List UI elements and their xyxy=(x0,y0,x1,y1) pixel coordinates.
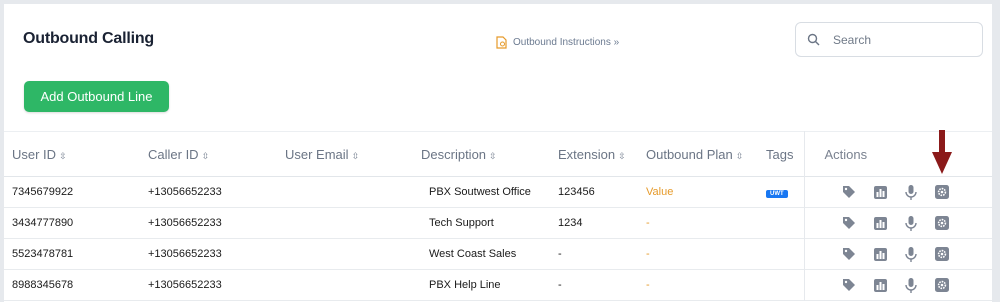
sort-icon[interactable]: ⇳ xyxy=(352,151,360,161)
gear-icon[interactable] xyxy=(934,215,951,232)
column-header-outbound-plan[interactable]: Outbound Plan ⇳ xyxy=(638,132,758,177)
cell-description: Tech Support xyxy=(429,217,494,229)
cell-extension: - xyxy=(558,248,562,260)
column-header-tags: Tags xyxy=(766,146,794,162)
cell-extension: 123456 xyxy=(558,186,595,198)
microphone-icon[interactable] xyxy=(903,246,920,263)
sort-icon[interactable]: ⇳ xyxy=(618,151,626,161)
cell-caller-id: +13056652233 xyxy=(148,279,222,291)
column-header-user-id[interactable]: User ID ⇳ xyxy=(4,132,140,177)
tag-icon[interactable] xyxy=(841,277,858,294)
column-header-actions: Actions xyxy=(803,131,992,177)
gear-icon[interactable] xyxy=(934,184,951,201)
table-row: 3434777890 +13056652233 Tech Support 1234 - xyxy=(4,207,992,239)
bar-chart-icon[interactable] xyxy=(872,184,889,201)
table-header-row: User ID ⇳ Caller ID ⇳ User Email ⇳ Descript… xyxy=(4,131,992,177)
cell-actions xyxy=(803,207,992,239)
sort-icon[interactable]: ⇳ xyxy=(736,151,744,161)
cell-tags xyxy=(758,270,804,301)
cell-tags: UWT xyxy=(758,177,804,208)
bar-chart-icon[interactable] xyxy=(872,246,889,263)
search-icon xyxy=(807,33,820,46)
table-row: 7345679922 +13056652233 PBX Soutwest Offic… xyxy=(4,176,992,208)
cell-actions xyxy=(803,176,992,208)
cell-outbound-plan: - xyxy=(646,217,650,229)
column-header-user-email[interactable]: User Email ⇳ xyxy=(277,132,413,177)
sort-icon[interactable]: ⇳ xyxy=(489,151,497,161)
page-title: Outbound Calling xyxy=(23,30,154,47)
cell-user-email xyxy=(277,208,413,239)
tag-icon[interactable] xyxy=(841,246,858,263)
sort-icon[interactable]: ⇳ xyxy=(59,151,67,161)
outbound-lines-table: User ID ⇳ Caller ID ⇳ User Email ⇳ Descript… xyxy=(4,131,992,301)
cell-user-email xyxy=(277,177,413,208)
table-row: 8988345678 +13056652233 PBX Help Line - - xyxy=(4,269,992,301)
microphone-icon[interactable] xyxy=(903,215,920,232)
bar-chart-icon[interactable] xyxy=(872,277,889,294)
column-header-caller-id[interactable]: Caller ID ⇳ xyxy=(140,132,277,177)
cell-outbound-plan: - xyxy=(646,279,650,291)
cell-tags xyxy=(758,208,804,239)
search-input[interactable] xyxy=(833,32,963,47)
cell-user-email xyxy=(277,270,413,301)
microphone-icon[interactable] xyxy=(903,277,920,294)
microphone-icon[interactable] xyxy=(903,184,920,201)
cell-outbound-plan: - xyxy=(646,248,650,260)
tag-icon[interactable] xyxy=(841,215,858,232)
column-header-description[interactable]: Description ⇳ xyxy=(413,132,550,177)
column-header-extension[interactable]: Extension ⇳ xyxy=(550,132,638,177)
cell-tags xyxy=(758,239,804,270)
annotation-arrow-icon xyxy=(932,130,952,174)
cell-user-id: 7345679922 xyxy=(12,186,74,198)
gear-icon[interactable] xyxy=(934,277,951,294)
cell-extension: 1234 xyxy=(558,217,583,229)
cell-description: PBX Soutwest Office xyxy=(429,186,531,198)
cell-user-id: 8988345678 xyxy=(12,279,74,291)
search-box[interactable] xyxy=(795,22,983,57)
cell-actions xyxy=(803,269,992,301)
outbound-instructions-link[interactable]: Outbound Instructions » xyxy=(496,36,619,49)
cell-description: PBX Help Line xyxy=(429,279,501,291)
cell-caller-id: +13056652233 xyxy=(148,186,222,198)
cell-user-email xyxy=(277,239,413,270)
tag-icon[interactable] xyxy=(841,184,858,201)
sort-icon[interactable]: ⇳ xyxy=(202,151,210,161)
tag-badge[interactable]: UWT xyxy=(766,190,788,198)
cell-user-id: 3434777890 xyxy=(12,217,74,229)
bar-chart-icon[interactable] xyxy=(872,215,889,232)
cell-extension: - xyxy=(558,279,562,291)
gear-icon[interactable] xyxy=(934,246,951,263)
cell-description: West Coast Sales xyxy=(429,248,517,260)
add-outbound-line-button[interactable]: Add Outbound Line xyxy=(24,81,169,112)
cell-caller-id: +13056652233 xyxy=(148,248,222,260)
cell-user-id: 5523478781 xyxy=(12,248,74,260)
cell-caller-id: +13056652233 xyxy=(148,217,222,229)
cell-actions xyxy=(803,238,992,270)
outbound-instructions-label: Outbound Instructions » xyxy=(513,37,620,48)
cell-outbound-plan: Value xyxy=(646,186,674,198)
table-row: 5523478781 +13056652233 West Coast Sales - - xyxy=(4,238,992,270)
document-icon xyxy=(496,36,507,49)
